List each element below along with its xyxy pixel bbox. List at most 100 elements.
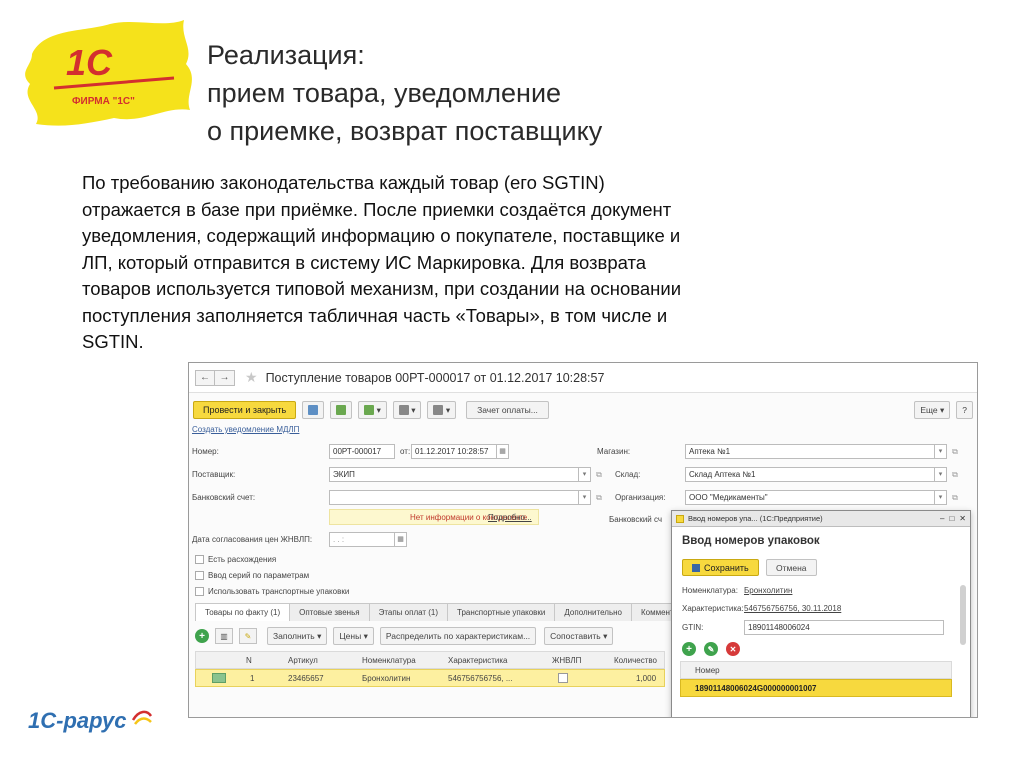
row-status-icon	[212, 673, 226, 683]
slide-title: Реализация: прием товара, уведомление о …	[207, 36, 602, 150]
characteristic-label: Характеристика:	[682, 604, 744, 613]
transport-packages-checkbox[interactable]: Использовать транспортные упаковки	[195, 587, 349, 596]
dialog-scrollbar[interactable]	[960, 585, 966, 645]
bank-account-right-label: Банковский сч	[609, 515, 663, 524]
tab-wholesale-links[interactable]: Оптовые звенья	[289, 603, 370, 621]
package-numbers-dialog: Ввод номеров упа... (1С:Предприятие) – □…	[671, 510, 971, 717]
characteristic-link[interactable]: 546756756756, 30.11.2018	[744, 604, 841, 613]
gtin-field[interactable]: 18901148006024	[744, 620, 944, 635]
tab-additional[interactable]: Дополнительно	[554, 603, 632, 621]
shop-label: Магазин:	[597, 447, 631, 456]
bank-account-dropdown-icon[interactable]: ▾	[579, 490, 591, 505]
create-based-icon[interactable]: ▾	[358, 401, 387, 419]
print-icon[interactable]: ▾	[392, 401, 422, 419]
col-n: N	[246, 656, 252, 665]
distribute-button[interactable]: Распределить по характеристикам...	[379, 627, 537, 645]
supplier-field[interactable]: ЭКИП	[329, 467, 579, 482]
warehouse-dropdown-icon[interactable]: ▾	[935, 467, 947, 482]
pick-icon[interactable]: ✎	[239, 628, 257, 644]
supplier-open-icon[interactable]: ⧉	[593, 467, 605, 482]
back-arrow-icon[interactable]: ←	[195, 369, 215, 386]
rarus-logo-text: 1С-рарус	[28, 708, 127, 733]
add-number-icon[interactable]: +	[682, 642, 696, 656]
list-item[interactable]: 18901148006024G000000001007	[680, 679, 952, 697]
calendar-icon[interactable]: ▦	[497, 444, 509, 459]
row-article: 23465657	[288, 674, 324, 683]
more-menu-button[interactable]: Еще ▾	[914, 401, 951, 419]
bank-account-field[interactable]	[329, 490, 579, 505]
number-label: Номер:	[192, 447, 219, 456]
nomenclature-label: Номенклатура:	[682, 586, 738, 595]
body-line: По требованию законодательства каждый то…	[82, 172, 605, 193]
app-icon	[676, 514, 684, 523]
main-toolbar: Провести и закрыть ▾ ▾ ▾ Зачет оплаты...…	[193, 400, 973, 420]
col-vital-drugs: ЖНВЛП	[552, 656, 582, 665]
dialog-titlebar: Ввод номеров упа... (1С:Предприятие) – □…	[672, 511, 970, 527]
series-input-checkbox[interactable]: Ввод серий по параметрам	[195, 571, 309, 580]
price-date-calendar-icon[interactable]: ▦	[395, 532, 407, 547]
delete-number-icon[interactable]: ✕	[726, 642, 740, 656]
close-icon[interactable]: ✕	[959, 514, 966, 523]
bank-account-open-icon[interactable]: ⧉	[593, 490, 605, 505]
body-line: поступления заполняется табличная часть …	[82, 304, 668, 326]
shop-dropdown-icon[interactable]: ▾	[935, 444, 947, 459]
col-characteristic: Характеристика	[448, 656, 508, 665]
supplier-label: Поставщик:	[192, 470, 236, 479]
firma-1c-logo: 1С ФИРМА "1С"	[14, 14, 200, 134]
warehouse-field[interactable]: Склад Аптека №1	[685, 467, 935, 482]
row-nomenclature: Бронхолитин	[362, 674, 411, 683]
tab-goods-actual[interactable]: Товары по факту (1)	[195, 603, 291, 621]
post-and-close-button[interactable]: Провести и закрыть	[193, 401, 297, 419]
goods-table-header: N Артикул Номенклатура Характеристика ЖН…	[195, 651, 665, 669]
body-line: SGTIN.	[82, 331, 144, 352]
row-number: 1	[250, 674, 255, 683]
favorite-star-icon[interactable]: ★	[245, 369, 258, 386]
minimize-icon[interactable]: –	[940, 514, 944, 523]
payment-offset-button[interactable]: Зачет оплаты...	[466, 401, 549, 419]
body-line: отражается в базе при приёмке. После при…	[82, 198, 672, 220]
date-field[interactable]: 01.12.2017 10:28:57	[411, 444, 497, 459]
row-quantity: 1,000	[636, 674, 657, 683]
tab-payment-stages[interactable]: Этапы оплат (1)	[368, 603, 449, 621]
price-date-field[interactable]: . . :	[329, 532, 395, 547]
gtin-label: GTIN:	[682, 623, 704, 632]
prices-button[interactable]: Цены ▾	[333, 627, 374, 645]
cancel-button[interactable]: Отмена	[766, 559, 817, 576]
save-icon[interactable]	[302, 401, 325, 419]
organization-field[interactable]: ООО "Медикаменты"	[685, 490, 935, 505]
post-icon[interactable]	[330, 401, 353, 419]
body-line: товаров используется типовой механизм, п…	[82, 278, 682, 299]
forward-arrow-icon[interactable]: →	[215, 369, 235, 386]
floppy-icon	[692, 563, 700, 572]
tab-transport-packages[interactable]: Транспортные упаковки	[447, 603, 556, 621]
row-vital-checkbox[interactable]	[558, 673, 568, 683]
save-button[interactable]: Сохранить	[682, 559, 759, 576]
create-mdlp-notification-link[interactable]: Создать уведомление МДЛП	[192, 425, 299, 434]
help-button[interactable]: ?	[956, 401, 973, 419]
slide-body-text: По требованию законодательства каждый то…	[82, 170, 852, 356]
shop-field[interactable]: Аптека №1	[685, 444, 935, 459]
table-row[interactable]: 1 23465657 Бронхолитин 546756756756, ...…	[195, 669, 665, 687]
organization-dropdown-icon[interactable]: ▾	[935, 490, 947, 505]
barcode-icon[interactable]: ▥	[215, 628, 233, 644]
edit-number-icon[interactable]: ✎	[704, 642, 718, 656]
maximize-icon[interactable]: □	[949, 514, 954, 523]
supplier-dropdown-icon[interactable]: ▾	[579, 467, 591, 482]
discrepancy-checkbox[interactable]: Есть расхождения	[195, 555, 276, 564]
price-date-label: Дата согласования цен ЖНВЛП:	[192, 535, 313, 544]
report-icon[interactable]: ▾	[427, 401, 457, 419]
compare-button[interactable]: Сопоставить ▾	[544, 627, 614, 645]
nomenclature-link[interactable]: Бронхолитин	[744, 586, 792, 595]
col-nomenclature: Номенклатура	[362, 656, 416, 665]
number-field[interactable]: 00РТ-000017	[329, 444, 395, 459]
fill-button[interactable]: Заполнить ▾	[267, 627, 328, 645]
details-link[interactable]: Подробно...	[488, 513, 532, 522]
row-characteristic: 546756756756, ...	[448, 674, 513, 683]
organization-open-icon[interactable]: ⧉	[949, 490, 961, 505]
add-row-icon[interactable]: +	[195, 629, 209, 643]
logo-sub-text: ФИРМА "1С"	[72, 96, 135, 107]
logo-main-text: 1С	[66, 42, 113, 83]
title-line: прием товара, уведомление	[207, 78, 562, 108]
shop-open-icon[interactable]: ⧉	[949, 444, 961, 459]
warehouse-open-icon[interactable]: ⧉	[949, 467, 961, 482]
